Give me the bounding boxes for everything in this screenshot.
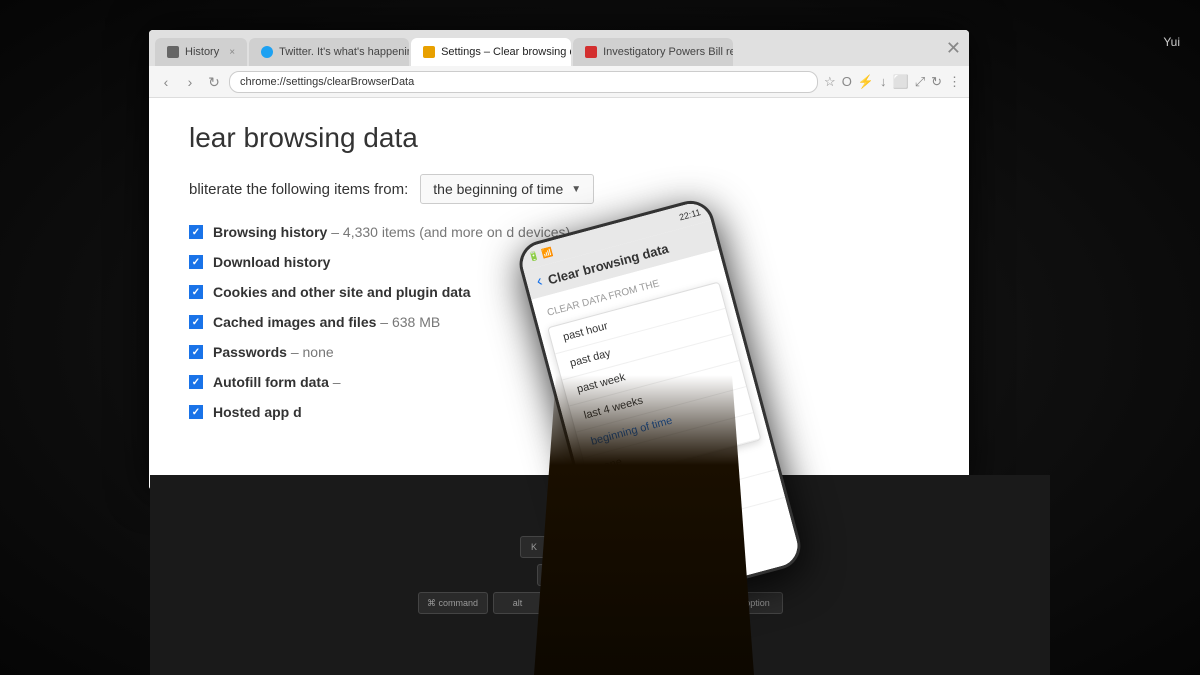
refresh-button[interactable]: ↻: [205, 73, 223, 91]
passwords-checkbox[interactable]: [189, 345, 203, 359]
refresh2-icon[interactable]: ↻: [931, 74, 942, 90]
browser-chrome: History × Twitter. It's what's happening…: [149, 30, 969, 98]
download-history-label: Download history: [213, 254, 330, 270]
passwords-detail: – none: [291, 344, 334, 360]
window-close-button[interactable]: ✕: [946, 38, 961, 59]
phone-status-icons: 🔋 📶: [527, 246, 554, 263]
time-selector-label: bliterate the following items from:: [189, 181, 408, 198]
toolbar-icons: ☆ O ⚡ ↓ ⬜ ⤢ ↻ ⋮: [824, 74, 961, 90]
forward-button[interactable]: ›: [181, 73, 199, 91]
page-title-text: lear browsing data: [189, 122, 418, 153]
screenshot-icon[interactable]: ⬜: [893, 74, 909, 90]
phone-back-button[interactable]: ‹: [535, 273, 545, 292]
cached-images-detail: – 638 MB: [380, 314, 440, 330]
key-command[interactable]: ⌘ command: [418, 592, 488, 614]
scene: Yui History × Twitter. It's what's happe…: [0, 0, 1200, 675]
user-name: Yui: [1163, 35, 1180, 49]
news-favicon: [585, 46, 597, 58]
tab-history[interactable]: History ×: [155, 38, 247, 66]
tab-settings[interactable]: Settings – Clear browsing data ×: [411, 38, 571, 66]
tab-twitter-label: Twitter. It's what's happening.: [279, 46, 409, 58]
settings-favicon: [423, 46, 435, 58]
browsing-history-label: Browsing history – 4,330 items (and more…: [213, 224, 570, 240]
autofill-label: Autofill form data –: [213, 374, 341, 390]
tab-history-label: History: [185, 46, 219, 58]
time-dropdown-value: the beginning of time: [433, 181, 563, 197]
opera-icon[interactable]: O: [842, 74, 852, 90]
back-button[interactable]: ‹: [157, 73, 175, 91]
hosted-app-label: Hosted app d: [213, 404, 302, 420]
tab-history-close[interactable]: ×: [229, 47, 235, 58]
browsing-history-checkbox[interactable]: [189, 225, 203, 239]
browsing-history-detail: – 4,330 items (and more on: [331, 224, 502, 240]
cached-images-checkbox[interactable]: [189, 315, 203, 329]
extensions-icon[interactable]: ⚡: [858, 74, 874, 90]
twitter-favicon: [261, 46, 273, 58]
menu-icon[interactable]: ⋮: [948, 74, 961, 90]
time-selector-row: bliterate the following items from: the …: [189, 174, 929, 204]
tab-news[interactable]: Investigatory Powers Bill rece... ×: [573, 38, 733, 66]
hosted-app-checkbox[interactable]: [189, 405, 203, 419]
history-favicon: [167, 46, 179, 58]
dropdown-arrow-icon: ▼: [571, 184, 581, 195]
browser-tabs: History × Twitter. It's what's happening…: [149, 30, 969, 66]
download-history-checkbox[interactable]: [189, 255, 203, 269]
page-title: lear browsing data: [189, 122, 929, 154]
zoom-icon[interactable]: ⤢: [915, 74, 925, 90]
key-alt[interactable]: alt: [493, 592, 543, 614]
cookies-label: Cookies and other site and plugin data: [213, 284, 470, 300]
phone-time: 22:11: [678, 207, 702, 222]
tab-twitter[interactable]: Twitter. It's what's happening. ×: [249, 38, 409, 66]
hand-silhouette: [534, 375, 754, 675]
tab-news-label: Investigatory Powers Bill rece...: [603, 46, 733, 58]
cached-images-label: Cached images and files – 638 MB: [213, 314, 440, 330]
passwords-label: Passwords – none: [213, 344, 334, 360]
tab-settings-label: Settings – Clear browsing data: [441, 46, 571, 58]
downloads-icon[interactable]: ↓: [880, 74, 887, 90]
cookies-checkbox[interactable]: [189, 285, 203, 299]
autofill-checkbox[interactable]: [189, 375, 203, 389]
time-dropdown[interactable]: the beginning of time ▼: [420, 174, 594, 204]
bookmark-icon[interactable]: ☆: [824, 74, 836, 90]
address-bar[interactable]: chrome://settings/clearBrowserData: [229, 71, 818, 93]
browser-toolbar: ‹ › ↻ chrome://settings/clearBrowserData…: [149, 66, 969, 98]
address-text: chrome://settings/clearBrowserData: [240, 76, 414, 88]
autofill-detail: –: [333, 374, 341, 390]
